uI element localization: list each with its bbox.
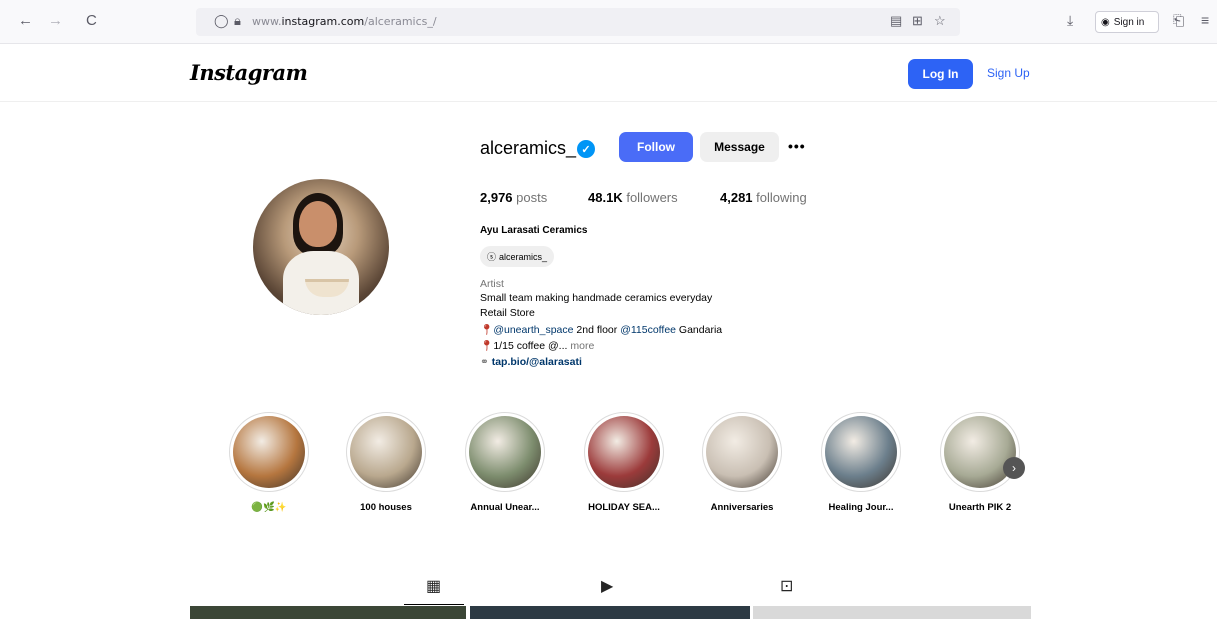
posts-grid-tab-icon[interactable]: ▦: [426, 576, 441, 596]
address-bar[interactable]: ◯ 🔒︎ www.instagram.com/alceramics_/ ▤ ⊞ …: [196, 8, 960, 36]
highlights-next-icon[interactable]: ›: [1003, 457, 1025, 479]
highlight-label: Healing Jour...: [828, 502, 894, 513]
bio-line: Retail Store: [480, 307, 535, 319]
posts-count: 2,976 posts: [480, 190, 548, 205]
mention-link[interactable]: @115coffee: [620, 324, 676, 336]
post-thumbnail[interactable]: [470, 606, 750, 619]
browser-toolbar: ← → C ◯ 🔒︎ www.instagram.com/alceramics_…: [0, 0, 1217, 44]
threads-link[interactable]: ⓢ alceramics_: [480, 246, 555, 267]
profile-username: alceramics_: [480, 138, 577, 158]
reels-tab-icon[interactable]: ▶︎: [601, 576, 613, 596]
site-header: Instagram Log In Sign Up: [0, 44, 1217, 102]
lock-icon: 🔒︎: [234, 13, 241, 28]
bookmark-star-icon[interactable]: ☆: [934, 13, 946, 29]
account-icon: ◉: [1101, 16, 1110, 28]
sign-up-link[interactable]: Sign Up: [987, 66, 1030, 80]
profile-avatar[interactable]: [253, 179, 389, 315]
highlight-label: Annual Unear...: [470, 502, 540, 513]
shield-icon: ◯: [214, 13, 229, 28]
reader-view-icon[interactable]: ▤: [890, 13, 902, 29]
browser-sign-in-button[interactable]: ◉ Sign in: [1095, 11, 1159, 33]
highlight-cover: [584, 412, 664, 492]
story-highlight[interactable]: 🟢🌿✨: [229, 412, 309, 513]
highlight-label: 🟢🌿✨: [251, 502, 287, 513]
highlight-cover: [821, 412, 901, 492]
bio-line: 📍︎1/15 coffee @... more: [480, 340, 595, 352]
pin-icon: 📍︎: [480, 340, 494, 352]
instagram-logo[interactable]: Instagram: [190, 60, 308, 85]
highlight-cover: [465, 412, 545, 492]
sign-in-label: Sign in: [1113, 16, 1145, 28]
story-highlight[interactable]: Anniversaries: [702, 412, 782, 513]
bio-line: Small team making handmade ceramics ever…: [480, 292, 713, 304]
menu-icon[interactable]: ≡: [1201, 12, 1209, 28]
story-highlight[interactable]: Annual Unear...: [465, 412, 545, 513]
threads-icon: ⓢ: [487, 252, 497, 262]
page-action-icon[interactable]: ⊞: [912, 13, 923, 29]
link-icon: ⚭: [480, 356, 492, 368]
story-highlight[interactable]: HOLIDAY SEA...: [584, 412, 664, 513]
threads-handle: alceramics_: [499, 251, 548, 262]
forward-icon[interactable]: →: [48, 12, 63, 29]
mention-link[interactable]: @unearth_space: [493, 324, 573, 336]
more-options-icon[interactable]: •••: [788, 138, 806, 154]
profile-full-name: Ayu Larasati Ceramics: [480, 225, 588, 236]
bio-link[interactable]: ⚭ tap.bio/@alarasati: [480, 356, 582, 368]
url-text[interactable]: www.instagram.com/alceramics_/: [252, 15, 437, 28]
tagged-tab-icon[interactable]: ⊡: [780, 576, 793, 596]
post-thumbnail[interactable]: [753, 606, 1031, 619]
reload-icon[interactable]: C: [86, 12, 97, 29]
highlight-label: HOLIDAY SEA...: [588, 502, 660, 513]
follow-button[interactable]: Follow: [619, 132, 693, 162]
highlight-cover: [940, 412, 1020, 492]
story-highlight[interactable]: 100 houses: [346, 412, 426, 513]
more-link[interactable]: more: [567, 340, 594, 352]
followers-count[interactable]: 48.1K followers: [588, 190, 678, 205]
post-thumbnail[interactable]: [190, 606, 466, 619]
highlight-cover: [229, 412, 309, 492]
highlight-cover: [346, 412, 426, 492]
profile-category: Artist: [480, 278, 504, 290]
bio-line: 📍︎@unearth_space 2nd floor @115coffee Ga…: [480, 324, 723, 336]
highlight-label: Unearth PIK 2: [948, 502, 1012, 513]
log-in-button[interactable]: Log In: [908, 59, 973, 89]
pin-icon: 📍︎: [480, 324, 494, 336]
download-icon[interactable]: ⤓: [1067, 12, 1073, 29]
highlight-label: 100 houses: [360, 502, 412, 513]
back-icon[interactable]: ←: [18, 12, 33, 29]
message-button[interactable]: Message: [700, 132, 779, 162]
active-tab-indicator: [404, 604, 464, 605]
following-count[interactable]: 4,281 following: [720, 190, 807, 205]
highlight-cover: [702, 412, 782, 492]
story-highlight[interactable]: Healing Jour...: [821, 412, 901, 513]
highlight-label: Anniversaries: [710, 502, 774, 513]
verified-badge-icon: ✓: [577, 140, 595, 158]
extensions-icon[interactable]: ⎗: [1173, 12, 1184, 29]
